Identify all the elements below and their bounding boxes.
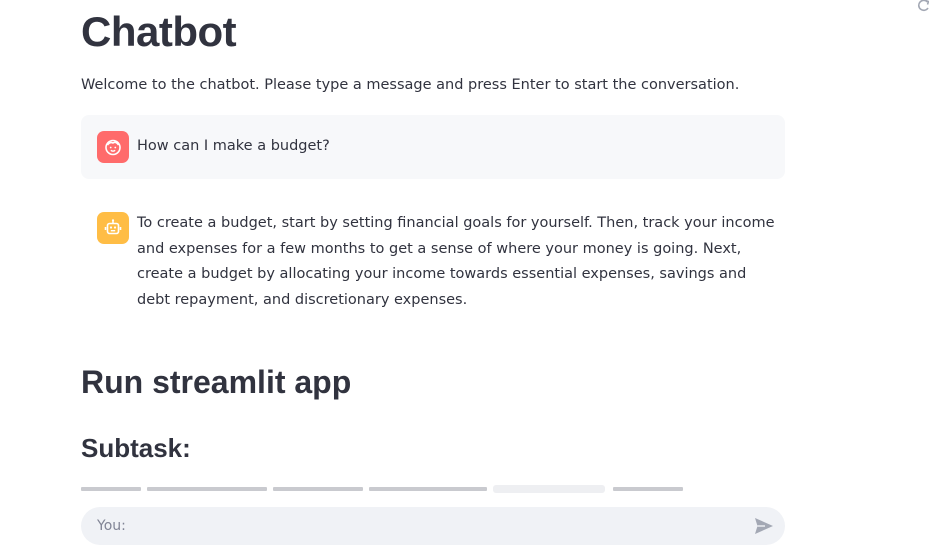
clipped-code-fragment [493,485,605,493]
clipped-text-fragment [147,487,267,491]
clipped-text-fragment [369,487,487,491]
clipped-text-fragment [613,487,683,491]
send-icon [755,518,773,534]
chat-message-assistant: To create a budget, start by setting fin… [81,196,785,324]
send-button[interactable] [753,516,775,536]
section-subheading: Subtask: [81,433,191,463]
chat-input[interactable] [97,507,737,545]
chat-message-user: How can I make a budget? [81,115,785,179]
clipped-text-fragment [81,487,141,491]
welcome-text: Welcome to the chatbot. Please type a me… [81,77,740,93]
assistant-avatar [97,212,129,244]
user-avatar [97,131,129,163]
user-face-icon [105,139,121,156]
section-heading: Run streamlit app [81,364,352,400]
clipped-paragraph [81,485,785,493]
app-page: Chatbot Welcome to the chatbot. Please t… [0,0,929,545]
message-text: To create a budget, start by setting fin… [137,215,775,308]
chat-input-container [81,507,785,545]
refresh-icon[interactable] [917,0,929,12]
page-title: Chatbot [81,8,237,55]
clipped-text-fragment [273,487,363,491]
robot-icon [104,219,122,235]
message-text: How can I make a budget? [137,138,330,154]
